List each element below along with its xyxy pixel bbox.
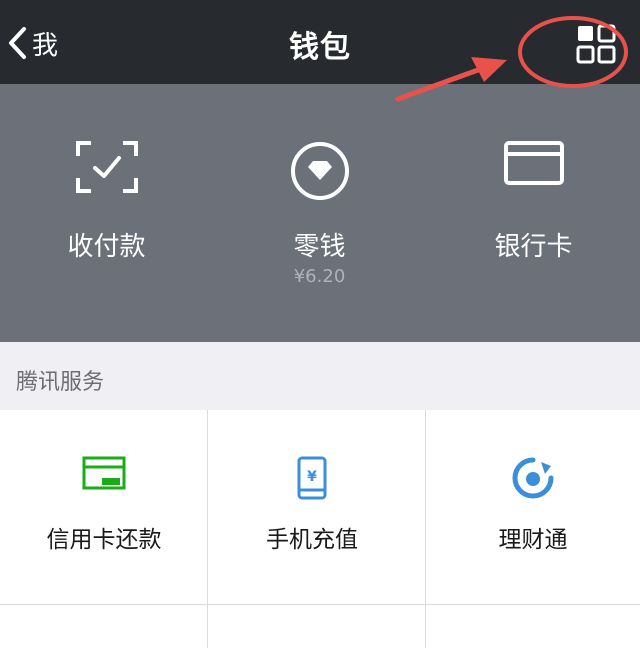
navbar: 我 钱包: [0, 0, 640, 84]
grid-divider: [207, 410, 208, 648]
service-label: 信用卡还款: [46, 527, 162, 553]
section-header: 腾讯服务: [0, 342, 640, 410]
service-licaitong[interactable]: 理财通: [426, 410, 640, 604]
service-label: 手机充值: [266, 527, 358, 553]
phone-topup-icon: ¥: [297, 456, 327, 500]
wallet-item-label: 银行卡: [494, 232, 573, 262]
scan-check-icon: [75, 141, 138, 193]
service-phone-topup[interactable]: ¥ 手机充值: [208, 410, 416, 604]
more-menu-button[interactable]: [574, 22, 618, 66]
grid-menu-icon: [576, 24, 616, 64]
wallet-page: 我 钱包 收付款 零钱 ¥6.20 银行卡 腾讯服务 信用卡还款 ¥ 手机充值 …: [0, 0, 640, 648]
licaitong-icon: [512, 457, 554, 499]
page-title: 钱包: [289, 30, 351, 65]
service-label: 理财通: [498, 527, 568, 553]
bank-card-icon: [503, 141, 564, 185]
wallet-item-change[interactable]: 零钱 ¥6.20: [213, 84, 426, 342]
svg-text:¥: ¥: [307, 469, 317, 485]
grid-divider: [425, 410, 426, 648]
wallet-item-label: 收付款: [67, 232, 146, 262]
service-credit-card-repay[interactable]: 信用卡还款: [0, 410, 208, 604]
change-balance: ¥6.20: [293, 266, 346, 287]
credit-card-icon: [82, 456, 126, 490]
section-title: 腾讯服务: [16, 370, 105, 395]
wallet-item-label: 零钱: [293, 232, 346, 262]
grid-divider: [0, 604, 640, 605]
wallet-item-payment[interactable]: 收付款: [0, 84, 213, 342]
wallet-item-bank-card[interactable]: 银行卡: [427, 84, 640, 342]
wallet-panel: 收付款 零钱 ¥6.20 银行卡: [0, 84, 640, 342]
services-grid: 信用卡还款 ¥ 手机充值 理财通: [0, 410, 640, 648]
diamond-coin-icon: [290, 142, 349, 200]
